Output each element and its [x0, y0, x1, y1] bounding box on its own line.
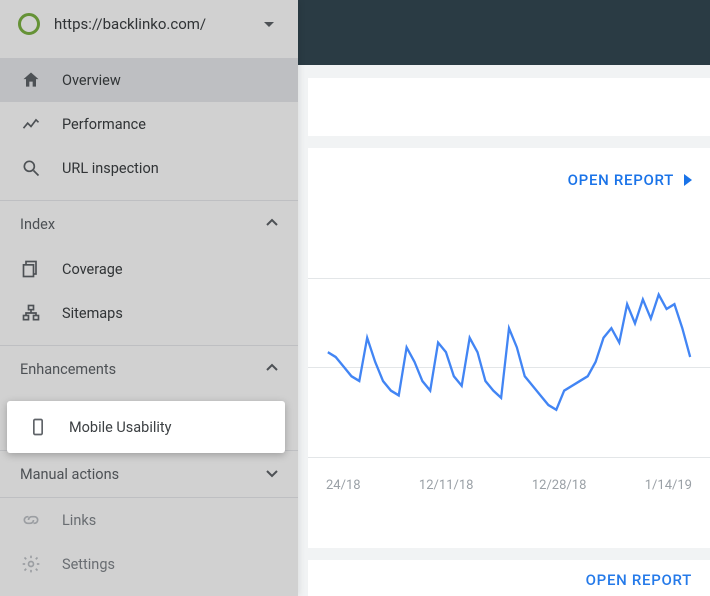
sidebar-item-overview[interactable]: Overview — [0, 58, 298, 102]
sidebar-item-mobile-usability[interactable]: Mobile Usability — [7, 401, 285, 453]
sidebar-item-label: Sitemaps — [62, 305, 123, 322]
header-card — [308, 78, 710, 136]
chart-line — [326, 222, 692, 492]
section-label: Enhancements — [20, 361, 116, 378]
x-tick: 24/18 — [326, 478, 361, 493]
site-favicon — [18, 13, 40, 35]
second-card-header: OPEN REPORT — [308, 560, 710, 596]
chart: 24/18 12/11/18 12/28/18 1/14/19 — [326, 222, 692, 492]
x-tick: 1/14/19 — [645, 478, 692, 493]
sidebar-item-label: Links — [62, 512, 96, 529]
open-report-row: OPEN REPORT — [326, 148, 692, 212]
section-label: Manual actions — [20, 466, 119, 483]
chevron-up-icon — [266, 216, 278, 233]
sidebar: https://backlinko.com/ Overview Performa… — [0, 0, 298, 596]
home-icon — [20, 69, 42, 91]
sidebar-item-settings[interactable]: Settings — [0, 542, 298, 586]
sitemap-icon — [20, 302, 42, 324]
highlight-mobile-usability: Mobile Usability — [7, 401, 285, 453]
x-tick: 12/11/18 — [419, 478, 474, 493]
open-report-link-2[interactable]: OPEN REPORT — [586, 571, 692, 589]
sidebar-item-label: URL inspection — [62, 160, 159, 177]
sidebar-item-sitemaps[interactable]: Sitemaps — [0, 291, 298, 335]
section-manual-actions[interactable]: Manual actions — [0, 451, 298, 497]
sidebar-item-label: Mobile Usability — [69, 419, 172, 436]
chevron-down-icon — [266, 466, 278, 483]
open-report-link[interactable]: OPEN REPORT — [568, 171, 692, 189]
section-label: Index — [20, 216, 55, 233]
sidebar-item-label: Settings — [62, 556, 115, 573]
section-index[interactable]: Index — [0, 201, 298, 247]
performance-card: OPEN REPORT 24/18 12/11/18 12/28/18 1/14… — [308, 148, 710, 548]
link-icon — [20, 509, 42, 531]
sidebar-item-coverage[interactable]: Coverage — [0, 247, 298, 291]
x-axis-labels: 24/18 12/11/18 12/28/18 1/14/19 — [326, 478, 692, 493]
x-tick: 12/28/18 — [532, 478, 587, 493]
property-selector[interactable]: https://backlinko.com/ — [0, 0, 298, 48]
trend-icon — [20, 113, 42, 135]
sidebar-item-label: Overview — [62, 72, 121, 89]
chevron-right-icon — [684, 174, 692, 186]
sidebar-item-label: Performance — [62, 116, 146, 133]
coverage-icon — [20, 258, 42, 280]
open-report-label: OPEN REPORT — [568, 171, 674, 189]
sidebar-item-links[interactable]: Links — [0, 498, 298, 542]
section-enhancements[interactable]: Enhancements — [0, 346, 298, 392]
chevron-up-icon — [266, 361, 278, 378]
site-url: https://backlinko.com/ — [54, 15, 250, 33]
search-icon — [20, 157, 42, 179]
sidebar-item-performance[interactable]: Performance — [0, 102, 298, 146]
sidebar-item-url-inspection[interactable]: URL inspection — [0, 146, 298, 190]
gear-icon — [20, 553, 42, 575]
smartphone-icon — [27, 416, 49, 438]
sidebar-item-label: Coverage — [62, 261, 123, 278]
dropdown-icon — [264, 22, 274, 27]
